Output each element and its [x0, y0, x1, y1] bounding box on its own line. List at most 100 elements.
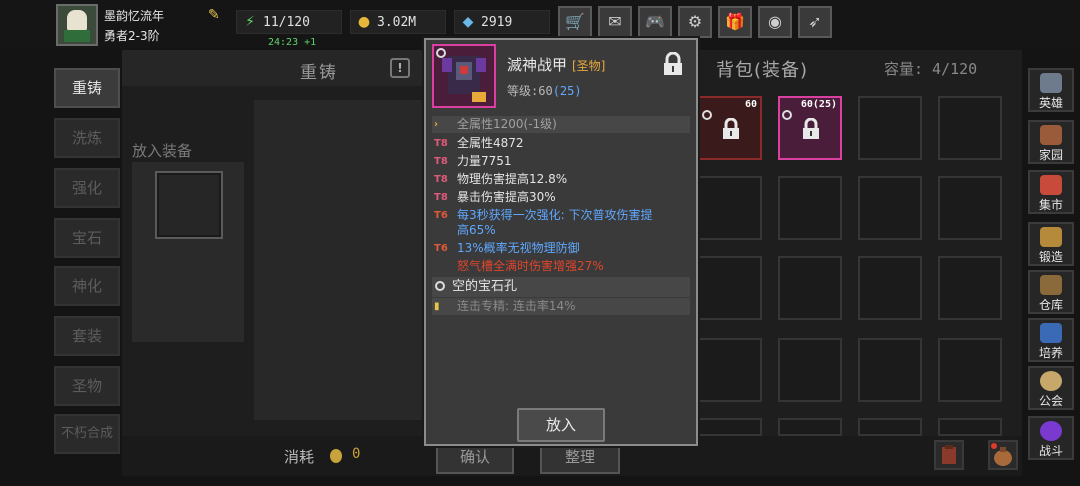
gold-stat: ● 3.02M	[350, 10, 446, 34]
tab-deify[interactable]: 神化	[54, 266, 120, 306]
nav-label: 家园	[1038, 148, 1063, 162]
bag-empty-slot[interactable]	[778, 256, 842, 320]
nav-home[interactable]: 家园	[1028, 120, 1074, 164]
stat-text: 力量7751	[457, 154, 512, 168]
bag-empty-slot[interactable]	[698, 418, 762, 436]
nav-forge[interactable]: 锻造	[1028, 222, 1074, 266]
energy-timer: 24:23 +1	[268, 37, 317, 48]
tab-relic[interactable]: 圣物	[54, 366, 120, 406]
bag-empty-slot[interactable]	[698, 256, 762, 320]
lock-icon	[803, 118, 819, 139]
bag-empty-slot[interactable]	[938, 338, 1002, 402]
market-stall-icon	[1040, 175, 1062, 195]
bag-empty-slot[interactable]	[938, 256, 1002, 320]
tab-gem[interactable]: 宝石	[54, 218, 120, 258]
bag-empty-slot[interactable]	[778, 176, 842, 240]
warehouse-chest-icon	[1040, 275, 1062, 295]
stat-tier: T8	[434, 138, 448, 149]
settings-gear-icon[interactable]: ⚙	[678, 6, 712, 38]
bag-item-slot[interactable]: 60	[698, 96, 762, 160]
tab-refine[interactable]: 洗炼	[54, 118, 120, 158]
bag-empty-slot[interactable]	[778, 418, 842, 436]
tooltip-stat-row: T8 物理伤害提高12.8%	[432, 171, 690, 188]
tooltip-stat-row: T8 力量7751	[432, 153, 690, 170]
base-stat-text: 全属性1200(-1级)	[457, 117, 557, 131]
tooltip-item-icon	[432, 44, 496, 108]
bag-empty-slot[interactable]	[858, 176, 922, 240]
armor-filter-icon[interactable]	[934, 440, 964, 470]
bag-empty-slot[interactable]	[858, 256, 922, 320]
gem-stat: ◆ 2919	[454, 10, 550, 34]
feather-icon[interactable]: ➶	[798, 6, 832, 38]
stat-text: 全属性4872	[457, 136, 524, 150]
edit-name-icon[interactable]: ✎	[208, 8, 224, 22]
player-rank: 勇者2-3阶	[104, 29, 160, 43]
energy-value: 11/120	[263, 14, 310, 30]
bag-empty-slot[interactable]	[938, 176, 1002, 240]
tooltip-stat-row: T8 全属性4872	[432, 135, 690, 152]
bag-item-slot[interactable]: 60(25)	[778, 96, 842, 160]
consume-label: 消耗	[284, 448, 315, 466]
bag-empty-slot[interactable]	[858, 338, 922, 402]
tooltip-combo: ▮ 连击专精: 连击率14%	[432, 298, 690, 315]
bag-empty-slot[interactable]	[778, 338, 842, 402]
nav-label: 仓库	[1038, 298, 1063, 312]
stat-text: 物理伤害提高12.8%	[457, 172, 568, 186]
gem-slot-text: 空的宝石孔	[452, 279, 518, 294]
tooltip-lock-icon[interactable]	[662, 52, 684, 76]
battle-portal-icon	[1040, 421, 1062, 441]
tab-enhance[interactable]: 强化	[54, 168, 120, 208]
bag-empty-slot[interactable]	[698, 338, 762, 402]
stat-tier: T8	[434, 192, 448, 203]
recast-title: 重铸	[300, 63, 338, 83]
gem-socket-icon	[436, 48, 446, 58]
hero-helmet-icon	[1040, 73, 1062, 93]
nav-market[interactable]: 集市	[1028, 170, 1074, 214]
bag-empty-slot[interactable]	[938, 418, 1002, 436]
shop-cart-icon[interactable]: 🛒	[558, 6, 592, 38]
bag-empty-slot[interactable]	[858, 96, 922, 160]
tab-recast[interactable]: 重铸	[54, 68, 120, 108]
bag-sack-icon[interactable]	[988, 440, 1018, 470]
bag-empty-slot[interactable]	[858, 418, 922, 436]
stat-tier: T8	[434, 156, 448, 167]
bag-empty-slot[interactable]	[938, 96, 1002, 160]
tooltip-item-name: 滅神战甲	[507, 56, 568, 74]
stat-tier: T8	[434, 174, 448, 185]
tab-immortal-synthesis[interactable]: 不朽合成	[54, 414, 120, 454]
item-count: 60(25)	[800, 99, 837, 110]
place-equipment-label: 放入装备	[132, 142, 193, 160]
nav-label: 锻造	[1038, 250, 1063, 264]
training-altar-icon	[1040, 323, 1062, 343]
equipment-input-slot[interactable]	[155, 171, 223, 239]
stat-text: 暴击伤害提高30%	[457, 190, 556, 204]
gift-icon[interactable]: 🎁	[718, 6, 752, 38]
empty-gem-socket-icon	[435, 281, 445, 291]
tab-set[interactable]: 套装	[54, 316, 120, 356]
bag-empty-slot[interactable]	[698, 176, 762, 240]
tooltip-item-tag: [圣物]	[572, 59, 606, 73]
tooltip-gem-slot: 空的宝石孔	[432, 277, 690, 297]
put-in-button[interactable]: 放入	[517, 408, 605, 442]
nav-warehouse[interactable]: 仓库	[1028, 270, 1074, 314]
mail-icon[interactable]: ✉	[598, 6, 632, 38]
color-wheel-icon[interactable]: ◉	[758, 6, 792, 38]
info-icon[interactable]: !	[390, 58, 410, 78]
nav-guild[interactable]: 公会	[1028, 366, 1074, 410]
nav-train[interactable]: 培养	[1028, 318, 1074, 362]
gamepad-icon[interactable]: 🎮	[638, 6, 672, 38]
gem-socket-icon	[782, 110, 792, 120]
home-castle-icon	[1040, 125, 1062, 145]
nav-battle[interactable]: 战斗	[1028, 416, 1074, 460]
stat-text: 13%概率无视物理防御	[457, 241, 580, 255]
bag-title: 背包(装备)	[716, 60, 809, 81]
gem-socket-icon	[702, 110, 712, 120]
player-avatar[interactable]	[56, 4, 98, 46]
nav-label: 集市	[1038, 198, 1063, 212]
stat-text: 高65%	[457, 223, 496, 237]
lock-icon	[723, 118, 739, 139]
tooltip-stat-row: 怒气槽全满时伤害增强27%	[432, 258, 690, 275]
nav-hero[interactable]: 英雄	[1028, 68, 1074, 112]
player-name: 墨韵忆流年	[104, 9, 165, 23]
gold-value: 3.02M	[377, 14, 417, 30]
